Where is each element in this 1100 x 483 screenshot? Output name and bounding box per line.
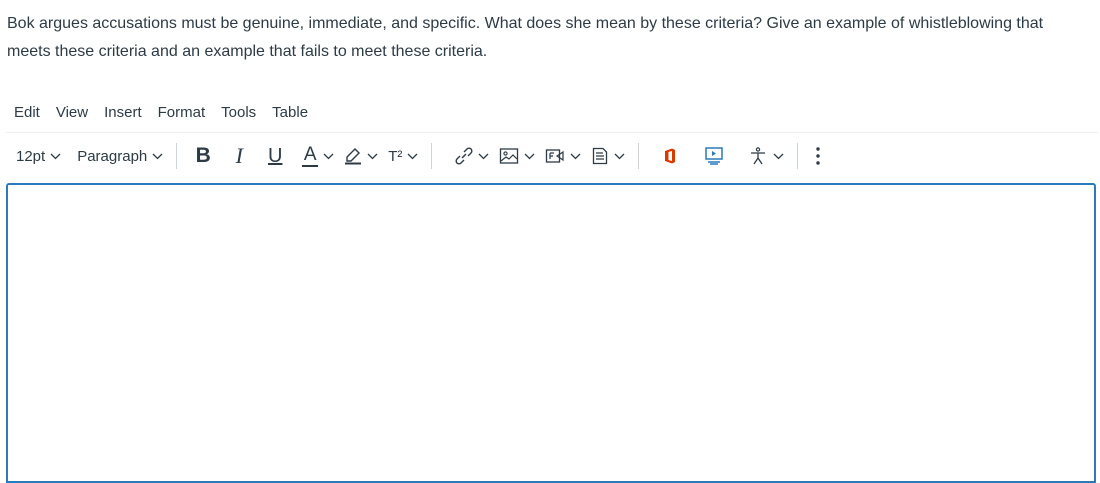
menubar-divider [6, 132, 1098, 133]
editor-content-area[interactable] [6, 183, 1096, 483]
toolbar-separator [431, 143, 433, 169]
menu-table[interactable]: Table [264, 104, 316, 121]
link-icon [453, 147, 473, 165]
superscript-icon: T² [388, 147, 403, 165]
chevron-down-icon [570, 153, 581, 160]
highlighter-icon [344, 147, 362, 165]
chevron-down-icon [614, 153, 625, 160]
menu-tools[interactable]: Tools [213, 104, 264, 121]
chevron-down-icon [152, 153, 163, 160]
chevron-down-icon [407, 153, 418, 160]
chevron-down-icon [367, 153, 378, 160]
underline-icon: U [268, 144, 283, 167]
office-365-button[interactable] [657, 142, 683, 170]
accessibility-icon [748, 146, 768, 166]
media-button[interactable] [540, 142, 586, 170]
apps-icon [704, 146, 724, 166]
menu-view[interactable]: View [48, 104, 96, 121]
superscript-button[interactable]: T² [383, 142, 423, 170]
text-color-button[interactable]: A [297, 142, 339, 170]
question-text: Bok argues accusations must be genuine, … [7, 15, 1044, 60]
accessibility-checker-button[interactable] [743, 142, 789, 170]
editor-menubar: Edit View Insert Format Tools Table [6, 100, 316, 124]
image-icon [499, 147, 519, 165]
font-size-value: 12pt [16, 147, 46, 165]
bold-button[interactable]: B [185, 142, 221, 170]
apps-button[interactable] [699, 142, 729, 170]
chevron-down-icon [323, 153, 334, 160]
chevron-down-icon [773, 153, 784, 160]
editor-toolbar: 12pt Paragraph B I U A T² [6, 141, 1098, 171]
text-color-icon: A [302, 143, 319, 167]
italic-icon: I [235, 143, 243, 168]
menu-edit[interactable]: Edit [6, 104, 48, 121]
menu-insert[interactable]: Insert [96, 104, 150, 121]
underline-button[interactable]: U [257, 142, 293, 170]
chevron-down-icon [478, 153, 489, 160]
block-format-select[interactable]: Paragraph [72, 142, 168, 170]
text-color-swatch [302, 164, 319, 167]
highlight-color-button[interactable] [339, 142, 383, 170]
link-button[interactable] [448, 142, 494, 170]
chevron-down-icon [50, 153, 61, 160]
document-button[interactable] [586, 142, 630, 170]
toolbar-separator [176, 143, 178, 169]
more-icon [815, 146, 821, 166]
block-format-value: Paragraph [77, 147, 148, 165]
italic-button[interactable]: I [221, 142, 257, 170]
toolbar-separator [638, 143, 640, 169]
chevron-down-icon [524, 153, 535, 160]
bold-icon: B [195, 144, 211, 167]
image-button[interactable] [494, 142, 540, 170]
toolbar-separator [797, 143, 799, 169]
more-button[interactable] [810, 142, 826, 170]
office-icon [662, 147, 678, 165]
media-icon [545, 147, 565, 165]
menu-format[interactable]: Format [150, 104, 214, 121]
font-size-select[interactable]: 12pt [6, 142, 66, 170]
document-icon [591, 147, 609, 165]
